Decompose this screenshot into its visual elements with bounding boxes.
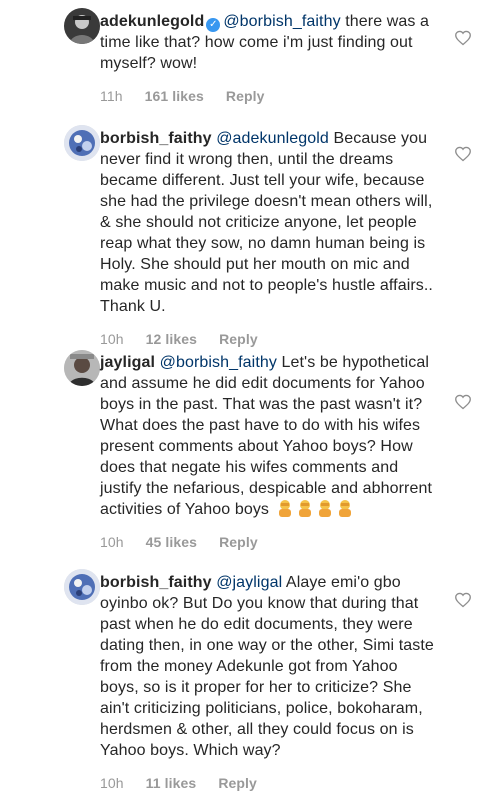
comment-body: Let's be hypothetical and assume he did …: [100, 354, 433, 518]
comment-item: borbish_faithy @adekunlegold Because you…: [0, 118, 498, 347]
comment-text: adekunlegold ✓ @borbish_faithy there was a…: [100, 11, 440, 74]
avatar-image: [64, 350, 100, 386]
comment-mention[interactable]: @borbish_faithy: [223, 13, 340, 30]
comment-mention[interactable]: @borbish_faithy: [160, 354, 277, 371]
verified-badge-icon: ✓: [206, 18, 221, 32]
comment-text: borbish_faithy @jayligal Alaye emi'o gbo…: [100, 572, 440, 761]
comment-username[interactable]: jayligal: [100, 354, 155, 371]
comment-time: 10h: [100, 775, 124, 791]
comment-mention[interactable]: @adekunlegold: [216, 130, 329, 147]
avatar[interactable]: [64, 8, 100, 44]
heart-outline-icon[interactable]: [454, 30, 472, 46]
comment-mention[interactable]: @jayligal: [216, 574, 282, 591]
comment-body: Because you never find it wrong then, un…: [100, 130, 433, 315]
person-facepalming-emoji: [298, 500, 311, 517]
comment-time: 11h: [100, 88, 123, 104]
comment-meta: 10h 11 likes Reply: [100, 773, 440, 794]
heart-outline-icon[interactable]: [454, 146, 472, 162]
reply-button[interactable]: Reply: [218, 775, 257, 791]
comment-time: 10h: [100, 534, 124, 550]
heart-outline-icon[interactable]: [454, 394, 472, 410]
comment-text: jayligal @borbish_faithy Let's be hypoth…: [100, 352, 440, 520]
avatar-image: [64, 8, 100, 44]
comment-item: borbish_faithy @jayligal Alaye emi'o gbo…: [0, 562, 498, 792]
comment-item: jayligal @borbish_faithy Let's be hypoth…: [0, 342, 498, 550]
comment-username[interactable]: borbish_faithy: [100, 574, 212, 591]
avatar[interactable]: [64, 569, 100, 605]
comment-likes[interactable]: 45 likes: [146, 534, 197, 550]
reply-button[interactable]: Reply: [219, 534, 258, 550]
comment-meta: 10h 45 likes Reply: [100, 532, 440, 553]
comment-meta: 11h 161 likes Reply: [100, 86, 440, 107]
avatar[interactable]: [64, 350, 100, 386]
avatar-image: [64, 125, 100, 161]
reply-button[interactable]: Reply: [226, 88, 265, 104]
person-facepalming-emoji: [318, 500, 331, 517]
person-facepalming-emoji: [338, 500, 351, 517]
comment-likes[interactable]: 11 likes: [146, 775, 197, 791]
heart-outline-icon[interactable]: [454, 592, 472, 608]
comment-username[interactable]: adekunlegold: [100, 13, 204, 30]
person-facepalming-emoji: [278, 500, 291, 517]
avatar[interactable]: [64, 125, 100, 161]
comment-likes[interactable]: 161 likes: [145, 88, 204, 104]
comment-item: adekunlegold ✓ @borbish_faithy there was a…: [0, 0, 498, 110]
comment-text: borbish_faithy @adekunlegold Because you…: [100, 128, 440, 317]
comment-body: Alaye emi'o gbo oyinbo ok? But Do you kn…: [100, 574, 434, 759]
avatar-image: [64, 569, 100, 605]
comment-username[interactable]: borbish_faithy: [100, 130, 212, 147]
